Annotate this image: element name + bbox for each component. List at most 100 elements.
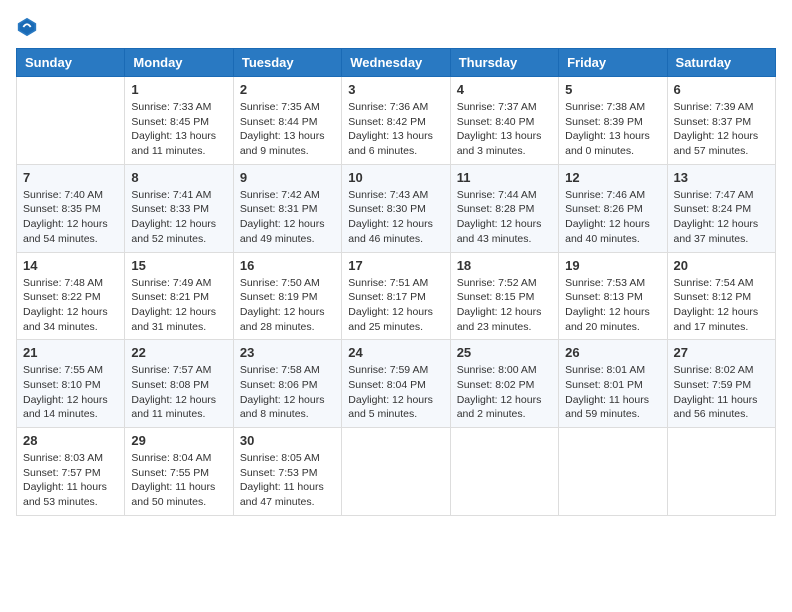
week-row-1: 1 Sunrise: 7:33 AM Sunset: 8:45 PM Dayli… — [17, 77, 776, 165]
day-cell: 1 Sunrise: 7:33 AM Sunset: 8:45 PM Dayli… — [125, 77, 233, 165]
day-info: Sunrise: 7:39 AM Sunset: 8:37 PM Dayligh… — [674, 100, 769, 159]
day-info: Sunrise: 7:41 AM Sunset: 8:33 PM Dayligh… — [131, 188, 226, 247]
day-number: 12 — [565, 170, 660, 185]
day-info: Sunrise: 8:00 AM Sunset: 8:02 PM Dayligh… — [457, 363, 552, 422]
day-number: 2 — [240, 82, 335, 97]
day-cell: 27 Sunrise: 8:02 AM Sunset: 7:59 PM Dayl… — [667, 340, 775, 428]
day-info: Sunrise: 7:47 AM Sunset: 8:24 PM Dayligh… — [674, 188, 769, 247]
day-info: Sunrise: 7:40 AM Sunset: 8:35 PM Dayligh… — [23, 188, 118, 247]
day-cell: 30 Sunrise: 8:05 AM Sunset: 7:53 PM Dayl… — [233, 428, 341, 516]
weekday-header-friday: Friday — [559, 49, 667, 77]
day-cell: 2 Sunrise: 7:35 AM Sunset: 8:44 PM Dayli… — [233, 77, 341, 165]
day-info: Sunrise: 7:44 AM Sunset: 8:28 PM Dayligh… — [457, 188, 552, 247]
day-info: Sunrise: 7:48 AM Sunset: 8:22 PM Dayligh… — [23, 276, 118, 335]
day-cell: 3 Sunrise: 7:36 AM Sunset: 8:42 PM Dayli… — [342, 77, 450, 165]
day-info: Sunrise: 7:46 AM Sunset: 8:26 PM Dayligh… — [565, 188, 660, 247]
day-info: Sunrise: 8:01 AM Sunset: 8:01 PM Dayligh… — [565, 363, 660, 422]
day-cell: 7 Sunrise: 7:40 AM Sunset: 8:35 PM Dayli… — [17, 164, 125, 252]
day-info: Sunrise: 7:49 AM Sunset: 8:21 PM Dayligh… — [131, 276, 226, 335]
day-cell: 17 Sunrise: 7:51 AM Sunset: 8:17 PM Dayl… — [342, 252, 450, 340]
day-number: 27 — [674, 345, 769, 360]
week-row-2: 7 Sunrise: 7:40 AM Sunset: 8:35 PM Dayli… — [17, 164, 776, 252]
day-cell: 25 Sunrise: 8:00 AM Sunset: 8:02 PM Dayl… — [450, 340, 558, 428]
day-cell — [17, 77, 125, 165]
day-number: 24 — [348, 345, 443, 360]
day-number: 4 — [457, 82, 552, 97]
day-cell: 10 Sunrise: 7:43 AM Sunset: 8:30 PM Dayl… — [342, 164, 450, 252]
day-info: Sunrise: 8:04 AM Sunset: 7:55 PM Dayligh… — [131, 451, 226, 510]
day-number: 25 — [457, 345, 552, 360]
day-cell — [450, 428, 558, 516]
day-info: Sunrise: 7:38 AM Sunset: 8:39 PM Dayligh… — [565, 100, 660, 159]
day-info: Sunrise: 7:53 AM Sunset: 8:13 PM Dayligh… — [565, 276, 660, 335]
day-number: 14 — [23, 258, 118, 273]
day-cell — [342, 428, 450, 516]
weekday-header-monday: Monday — [125, 49, 233, 77]
day-info: Sunrise: 7:59 AM Sunset: 8:04 PM Dayligh… — [348, 363, 443, 422]
day-info: Sunrise: 8:02 AM Sunset: 7:59 PM Dayligh… — [674, 363, 769, 422]
day-number: 30 — [240, 433, 335, 448]
weekday-header-saturday: Saturday — [667, 49, 775, 77]
day-number: 10 — [348, 170, 443, 185]
day-info: Sunrise: 7:50 AM Sunset: 8:19 PM Dayligh… — [240, 276, 335, 335]
day-number: 23 — [240, 345, 335, 360]
day-cell: 13 Sunrise: 7:47 AM Sunset: 8:24 PM Dayl… — [667, 164, 775, 252]
weekday-header-thursday: Thursday — [450, 49, 558, 77]
day-cell: 18 Sunrise: 7:52 AM Sunset: 8:15 PM Dayl… — [450, 252, 558, 340]
day-cell: 15 Sunrise: 7:49 AM Sunset: 8:21 PM Dayl… — [125, 252, 233, 340]
day-number: 16 — [240, 258, 335, 273]
day-number: 26 — [565, 345, 660, 360]
day-cell: 11 Sunrise: 7:44 AM Sunset: 8:28 PM Dayl… — [450, 164, 558, 252]
day-number: 13 — [674, 170, 769, 185]
day-cell — [667, 428, 775, 516]
day-number: 19 — [565, 258, 660, 273]
week-row-4: 21 Sunrise: 7:55 AM Sunset: 8:10 PM Dayl… — [17, 340, 776, 428]
day-cell: 24 Sunrise: 7:59 AM Sunset: 8:04 PM Dayl… — [342, 340, 450, 428]
weekday-header-row: SundayMondayTuesdayWednesdayThursdayFrid… — [17, 49, 776, 77]
day-cell: 21 Sunrise: 7:55 AM Sunset: 8:10 PM Dayl… — [17, 340, 125, 428]
day-number: 9 — [240, 170, 335, 185]
day-info: Sunrise: 7:51 AM Sunset: 8:17 PM Dayligh… — [348, 276, 443, 335]
day-info: Sunrise: 7:42 AM Sunset: 8:31 PM Dayligh… — [240, 188, 335, 247]
day-info: Sunrise: 8:03 AM Sunset: 7:57 PM Dayligh… — [23, 451, 118, 510]
day-cell: 8 Sunrise: 7:41 AM Sunset: 8:33 PM Dayli… — [125, 164, 233, 252]
day-info: Sunrise: 7:57 AM Sunset: 8:08 PM Dayligh… — [131, 363, 226, 422]
day-number: 29 — [131, 433, 226, 448]
day-cell: 23 Sunrise: 7:58 AM Sunset: 8:06 PM Dayl… — [233, 340, 341, 428]
weekday-header-tuesday: Tuesday — [233, 49, 341, 77]
day-number: 5 — [565, 82, 660, 97]
day-info: Sunrise: 7:58 AM Sunset: 8:06 PM Dayligh… — [240, 363, 335, 422]
day-cell: 4 Sunrise: 7:37 AM Sunset: 8:40 PM Dayli… — [450, 77, 558, 165]
day-cell: 5 Sunrise: 7:38 AM Sunset: 8:39 PM Dayli… — [559, 77, 667, 165]
day-info: Sunrise: 7:35 AM Sunset: 8:44 PM Dayligh… — [240, 100, 335, 159]
logo — [16, 16, 42, 38]
day-number: 11 — [457, 170, 552, 185]
day-cell: 12 Sunrise: 7:46 AM Sunset: 8:26 PM Dayl… — [559, 164, 667, 252]
day-cell: 29 Sunrise: 8:04 AM Sunset: 7:55 PM Dayl… — [125, 428, 233, 516]
day-number: 21 — [23, 345, 118, 360]
page-header — [16, 16, 776, 38]
day-info: Sunrise: 7:52 AM Sunset: 8:15 PM Dayligh… — [457, 276, 552, 335]
week-row-3: 14 Sunrise: 7:48 AM Sunset: 8:22 PM Dayl… — [17, 252, 776, 340]
day-number: 1 — [131, 82, 226, 97]
day-cell — [559, 428, 667, 516]
day-number: 15 — [131, 258, 226, 273]
weekday-header-sunday: Sunday — [17, 49, 125, 77]
day-number: 17 — [348, 258, 443, 273]
day-cell: 6 Sunrise: 7:39 AM Sunset: 8:37 PM Dayli… — [667, 77, 775, 165]
day-info: Sunrise: 8:05 AM Sunset: 7:53 PM Dayligh… — [240, 451, 335, 510]
day-info: Sunrise: 7:37 AM Sunset: 8:40 PM Dayligh… — [457, 100, 552, 159]
day-number: 6 — [674, 82, 769, 97]
day-info: Sunrise: 7:43 AM Sunset: 8:30 PM Dayligh… — [348, 188, 443, 247]
logo-icon — [16, 16, 38, 38]
calendar-table: SundayMondayTuesdayWednesdayThursdayFrid… — [16, 48, 776, 516]
day-number: 8 — [131, 170, 226, 185]
day-info: Sunrise: 7:55 AM Sunset: 8:10 PM Dayligh… — [23, 363, 118, 422]
day-info: Sunrise: 7:36 AM Sunset: 8:42 PM Dayligh… — [348, 100, 443, 159]
weekday-header-wednesday: Wednesday — [342, 49, 450, 77]
day-cell: 14 Sunrise: 7:48 AM Sunset: 8:22 PM Dayl… — [17, 252, 125, 340]
day-info: Sunrise: 7:54 AM Sunset: 8:12 PM Dayligh… — [674, 276, 769, 335]
day-number: 20 — [674, 258, 769, 273]
day-info: Sunrise: 7:33 AM Sunset: 8:45 PM Dayligh… — [131, 100, 226, 159]
day-cell: 9 Sunrise: 7:42 AM Sunset: 8:31 PM Dayli… — [233, 164, 341, 252]
